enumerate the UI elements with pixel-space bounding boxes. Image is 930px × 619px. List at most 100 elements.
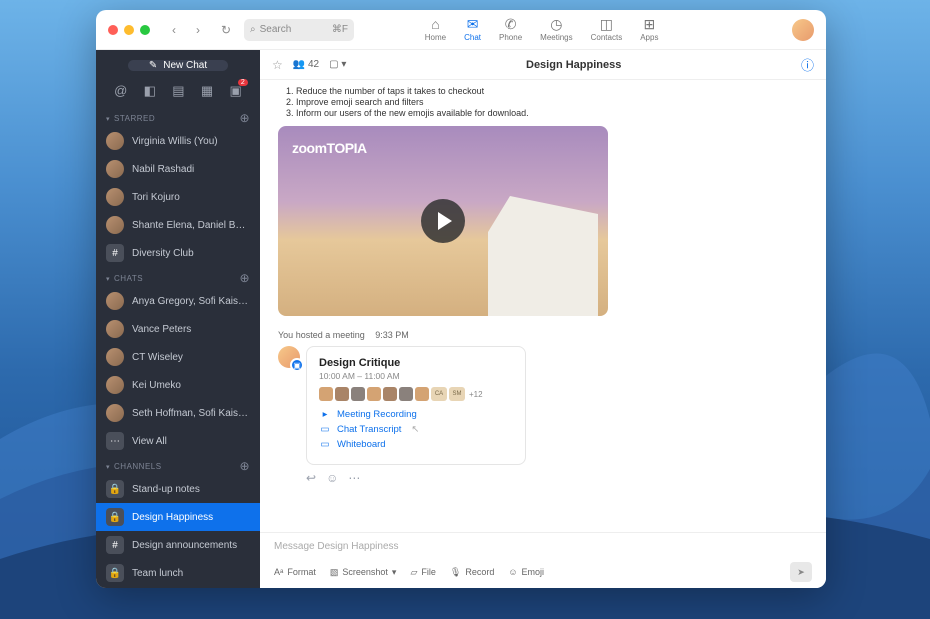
format-icon: Aᵃ (274, 567, 283, 577)
tool-emoji[interactable]: ☺Emoji (508, 567, 544, 577)
emoji-icon: ☺ (508, 567, 517, 577)
bookmarks-icon[interactable]: ◧ (144, 83, 156, 99)
chat-content: Reduce the number of taps it takes to ch… (260, 80, 826, 532)
maximize-icon[interactable] (140, 25, 150, 35)
mic-icon: 🎙 (450, 567, 461, 578)
screenshot-icon: ▧ (330, 567, 339, 578)
tool-record[interactable]: 🎙Record (450, 567, 494, 578)
message-list: Reduce the number of taps it takes to ch… (278, 86, 808, 118)
section-chats[interactable]: ▾CHATS ⊕ (96, 267, 260, 287)
hash-icon: # (106, 536, 124, 554)
list-item-viewall[interactable]: ⋯View All (96, 427, 260, 455)
list-item[interactable]: Nabil Rashadi (96, 155, 260, 183)
link-transcript[interactable]: ▭Chat Transcript↖ (319, 424, 513, 435)
mentions-icon[interactable]: @ (114, 83, 127, 99)
video-thumbnail-art (488, 196, 598, 316)
section-channels[interactable]: ▾CHANNELS ⊕ (96, 455, 260, 475)
file-icon: ▱ (410, 567, 417, 578)
card-subtitle: 10:00 AM – 11:00 AM (319, 371, 513, 381)
tool-format[interactable]: AᵃFormat (274, 567, 316, 577)
clock-icon: ◷ (550, 17, 562, 31)
channel-item[interactable]: 🔒Team lunch (96, 559, 260, 587)
profile-avatar[interactable] (792, 19, 814, 41)
lock-icon: 🔒 (106, 564, 124, 582)
search-icon: ⌕ (250, 24, 256, 35)
section-starred[interactable]: ▾STARRED ⊕ (96, 107, 260, 127)
reply-icon[interactable]: ↩ (306, 471, 316, 485)
search-input[interactable]: ⌕ Search ⌘F (244, 19, 354, 41)
list-item[interactable]: Kei Umeko (96, 371, 260, 399)
meeting-badge-icon: ▣ (290, 358, 304, 372)
list-item[interactable]: #Diversity Club (96, 239, 260, 267)
document-icon: ▭ (319, 424, 331, 435)
emoji-react-icon[interactable]: ☺ (326, 471, 338, 485)
forward-button[interactable]: › (188, 20, 208, 40)
chevron-down-icon: ▾ (106, 276, 110, 283)
sidebar: ✎ New Chat @ ◧ ▤ ▦ ▣2 ▾STARRED ⊕ Virgini… (96, 50, 260, 588)
close-icon[interactable] (108, 25, 118, 35)
list-item[interactable]: Virginia Willis (You) (96, 127, 260, 155)
chevron-down-icon: ▾ (106, 116, 110, 123)
chat-title: Design Happiness (356, 59, 791, 71)
meeting-info: You hosted a meeting 9:33 PM (278, 330, 808, 340)
files-icon[interactable]: ▤ (172, 83, 184, 99)
link-whiteboard[interactable]: ▭Whiteboard (319, 439, 513, 450)
list-line: Improve emoji search and filters (296, 97, 808, 107)
contacts-icon[interactable]: ▦ (201, 83, 213, 99)
video-icon[interactable]: ▣2 (230, 83, 242, 99)
channel-item[interactable]: #Design announcements (96, 531, 260, 559)
list-item[interactable]: Tori Kojuro (96, 183, 260, 211)
history-button[interactable]: ↻ (216, 20, 236, 40)
video-call-icon[interactable]: ▢ ▾ (329, 59, 346, 70)
titlebar: ‹ › ↻ ⌕ Search ⌘F ⌂Home ✉Chat ✆Phone ◷Me… (96, 10, 826, 50)
back-button[interactable]: ‹ (164, 20, 184, 40)
meeting-time: 9:33 PM (375, 330, 409, 340)
list-item[interactable]: Anya Gregory, Sofi Kaiser... (96, 287, 260, 315)
tool-file[interactable]: ▱File (410, 567, 435, 578)
participant-initials: CA (431, 387, 447, 401)
tab-chat[interactable]: ✉Chat (464, 17, 481, 42)
channel-item[interactable]: 🔒Stand-up notes (96, 475, 260, 503)
hash-icon: # (106, 244, 124, 262)
tab-meetings[interactable]: ◷Meetings (540, 17, 572, 42)
section-bots[interactable]: ▾BOTS ⊕ (96, 587, 260, 588)
list-item[interactable]: CT Wiseley (96, 343, 260, 371)
play-circle-icon: ▸ (319, 409, 331, 420)
card-title: Design Critique (319, 357, 513, 369)
participants-more: +12 (469, 390, 483, 399)
play-icon[interactable] (421, 199, 465, 243)
chat-icon: ✉ (467, 17, 479, 31)
list-line: Inform our users of the new emojis avail… (296, 108, 808, 118)
video-attachment[interactable]: zoomTOPIA (278, 126, 608, 316)
cursor-icon: ↖ (411, 424, 419, 435)
info-icon[interactable]: ⓘ (801, 55, 814, 74)
tab-apps[interactable]: ⊞Apps (640, 17, 658, 42)
tab-phone[interactable]: ✆Phone (499, 17, 522, 42)
list-item[interactable]: Shante Elena, Daniel Bow... (96, 211, 260, 239)
link-recording[interactable]: ▸Meeting Recording (319, 409, 513, 420)
tab-contacts[interactable]: ◫Contacts (591, 17, 623, 42)
add-icon[interactable]: ⊕ (239, 459, 250, 473)
add-icon[interactable]: ⊕ (239, 111, 250, 125)
home-icon: ⌂ (431, 17, 439, 31)
tab-home[interactable]: ⌂Home (425, 17, 446, 42)
send-button[interactable]: ➤ (790, 562, 812, 582)
add-icon[interactable]: ⊕ (239, 271, 250, 285)
message-input[interactable]: Message Design Happiness (274, 541, 812, 552)
chat-header: ☆ 👥 42 ▢ ▾ Design Happiness ⓘ (260, 50, 826, 80)
dots-icon: ⋯ (106, 432, 124, 450)
members-count[interactable]: 👥 42 (293, 59, 319, 70)
badge: 2 (238, 79, 248, 86)
channel-item-selected[interactable]: 🔒Design Happiness (96, 503, 260, 531)
tool-screenshot[interactable]: ▧Screenshot ▾ (330, 567, 397, 578)
minimize-icon[interactable] (124, 25, 134, 35)
video-logo: zoomTOPIA (292, 140, 367, 156)
more-icon[interactable]: ⋯ (348, 471, 360, 485)
composer: Message Design Happiness AᵃFormat ▧Scree… (260, 532, 826, 588)
list-item[interactable]: Seth Hoffman, Sofi Kaiser... (96, 399, 260, 427)
new-chat-button[interactable]: ✎ New Chat (128, 60, 228, 71)
meeting-card: Design Critique 10:00 AM – 11:00 AM CA S… (306, 346, 526, 465)
list-item[interactable]: Vance Peters (96, 315, 260, 343)
star-icon[interactable]: ☆ (272, 58, 283, 72)
search-shortcut: ⌘F (332, 24, 348, 35)
